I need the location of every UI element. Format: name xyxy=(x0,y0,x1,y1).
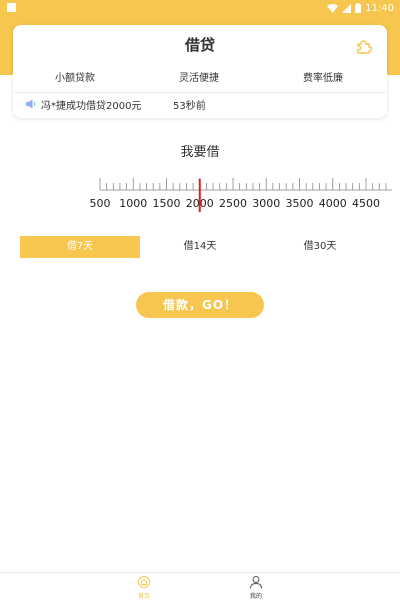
ruler-label: 2500 xyxy=(219,197,247,210)
speaker-icon xyxy=(26,99,36,109)
user-icon xyxy=(250,576,262,589)
ruler-label: 1500 xyxy=(153,197,181,210)
status-time: 11:40 xyxy=(365,2,394,14)
tab-30-days[interactable]: 借30天 xyxy=(260,236,380,258)
ruler-label: 4000 xyxy=(319,197,347,210)
ruler-label: 3500 xyxy=(286,197,314,210)
nav-label: 首页 xyxy=(137,593,150,600)
nav-mine[interactable]: 我的 xyxy=(236,575,276,600)
puzzle-icon[interactable] xyxy=(355,37,373,55)
feature-item: 小额贷款 xyxy=(55,73,95,84)
tab-7-days[interactable]: 借7天 xyxy=(20,236,140,258)
borrow-go-button[interactable]: 借款，GO！ xyxy=(136,292,264,318)
nav-label: 我的 xyxy=(249,593,262,600)
ruler-label: 3000 xyxy=(252,197,280,210)
ruler-label: 4500 xyxy=(352,197,380,210)
borrow-title: 我要借 xyxy=(180,145,220,160)
bottom-nav: 首页 我的 xyxy=(0,572,400,600)
status-indicators: 11:40 xyxy=(327,1,394,15)
signal-icon xyxy=(342,3,352,13)
loan-notice: 冯*捷成功借贷2000元 53秒前 xyxy=(13,96,387,112)
feature-item: 灵活便捷 xyxy=(179,73,219,84)
period-tabs: 借7天 借14天 借30天 xyxy=(20,236,380,258)
tab-14-days[interactable]: 借14天 xyxy=(140,236,260,258)
status-bar: 11:40 xyxy=(0,0,400,16)
nav-home[interactable]: 首页 xyxy=(124,575,164,600)
loan-card: 借贷 小额贷款 灵活便捷 费率低廉 冯*捷成功借贷2000元 53秒前 xyxy=(13,25,387,118)
home-icon xyxy=(138,576,150,588)
ruler-label: 500 xyxy=(90,197,111,210)
feature-list: 小额贷款 灵活便捷 费率低廉 xyxy=(13,69,387,85)
feature-item: 费率低廉 xyxy=(303,73,343,84)
notification-icon xyxy=(7,3,16,12)
ruler-label: 1000 xyxy=(119,197,147,210)
card-divider xyxy=(13,92,387,93)
wifi-icon xyxy=(327,3,339,13)
notice-time: 53秒前 xyxy=(173,101,206,112)
ruler-selected-indicator[interactable] xyxy=(198,179,201,212)
amount-ruler[interactable]: 50010001500200025003000350040004500 xyxy=(0,170,400,220)
battery-icon xyxy=(355,3,362,13)
notice-text: 冯*捷成功借贷2000元 xyxy=(41,101,142,112)
card-title: 借贷 xyxy=(184,36,215,54)
